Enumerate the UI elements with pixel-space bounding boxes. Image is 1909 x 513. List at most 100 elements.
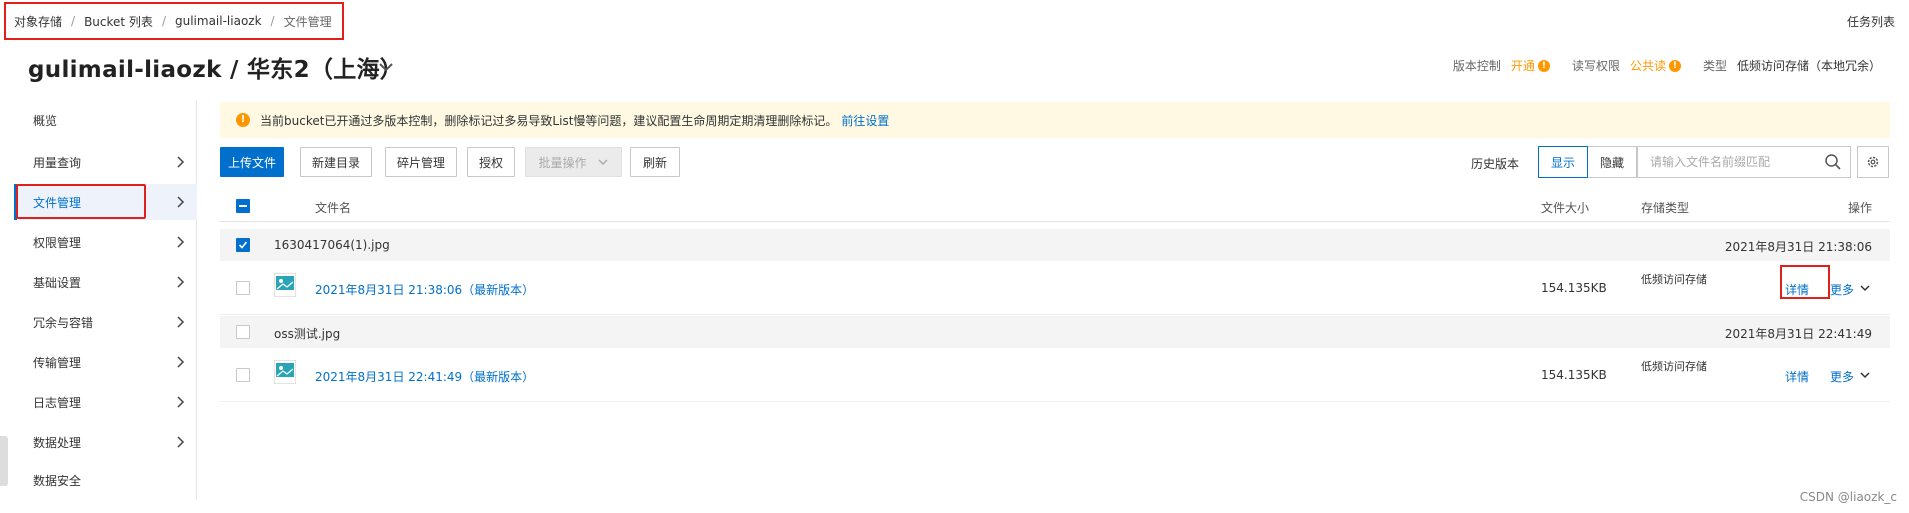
storage-type-label: 类型: [1702, 59, 1727, 73]
table-row: 1630417064(1).jpg 2021年8月31日 21:38:06: [220, 229, 1890, 261]
chevron-down-icon[interactable]: [373, 54, 399, 80]
chevron-right-icon: [177, 156, 185, 168]
sidebar-item-label: 权限管理: [33, 235, 82, 250]
version-row: 2021年8月31日 21:38:06（最新版本） 154.135KB 低频访问…: [220, 261, 1890, 315]
image-file-icon: [274, 273, 296, 297]
storage-type-value: 低频访问存储（本地冗余）: [1736, 59, 1881, 73]
chevron-right-icon: [177, 436, 185, 448]
sidebar-item-label: 概览: [33, 113, 58, 128]
detail-link[interactable]: 详情: [1785, 368, 1809, 385]
fragments-button[interactable]: 碎片管理: [385, 147, 457, 177]
rw-permission-value: 公共读!: [1630, 57, 1681, 74]
sidebar-item-label: 基础设置: [33, 275, 82, 290]
more-link[interactable]: 更多: [1830, 368, 1854, 385]
storage-type: 低频访问存储: [1641, 273, 1707, 286]
image-file-icon: [274, 360, 296, 384]
go-settings-link[interactable]: 前往设置: [841, 112, 889, 129]
breadcrumb: 对象存储 / Bucket 列表 / gulimail-liaozk / 文件管…: [4, 2, 344, 40]
chevron-right-icon: [177, 236, 185, 248]
sidebar-item-data-processing[interactable]: 数据处理: [14, 424, 197, 460]
refresh-button[interactable]: 刷新: [630, 147, 680, 177]
version-row: 2021年8月31日 22:41:49（最新版本） 154.135KB 低频访问…: [220, 348, 1890, 402]
version-control-label: 版本控制: [1452, 59, 1501, 73]
sidebar: 概览 用量查询 文件管理 权限管理 基础设置 冗余与容错 传输管理 日志管理 数…: [14, 100, 197, 500]
bucket-meta: 版本控制 开通! 读写权限 公共读! 类型 低频访问存储（本地冗余）: [1453, 57, 1881, 74]
warning-icon[interactable]: !: [1537, 59, 1550, 72]
sidebar-item-usage[interactable]: 用量查询: [14, 144, 197, 180]
chevron-right-icon: [177, 356, 185, 368]
chevron-right-icon: [177, 196, 185, 208]
file-size: 154.135KB: [1541, 368, 1607, 382]
header-filesize: 文件大小: [1541, 201, 1590, 215]
history-show-toggle[interactable]: 显示: [1538, 146, 1588, 178]
authorize-button[interactable]: 授权: [467, 147, 515, 177]
sidebar-item-label: 数据安全: [33, 473, 82, 488]
sidebar-item-data-security[interactable]: 数据安全: [14, 462, 197, 498]
gear-icon: [1867, 156, 1879, 168]
highlight-box: [1780, 265, 1830, 299]
task-list-link[interactable]: 任务列表: [1847, 13, 1895, 30]
rw-permission-label: 读写权限: [1571, 59, 1620, 73]
sidebar-item-logs[interactable]: 日志管理: [14, 384, 197, 420]
breadcrumb-separator: /: [71, 14, 76, 28]
sidebar-item-label: 日志管理: [33, 395, 82, 410]
chevron-right-icon: [177, 396, 185, 408]
breadcrumb-item-bucket-list[interactable]: Bucket 列表: [84, 13, 153, 30]
sidebar-item-transfer[interactable]: 传输管理: [14, 344, 197, 380]
warning-icon[interactable]: !: [1668, 59, 1681, 72]
search-input[interactable]: [1638, 147, 1808, 177]
breadcrumb-item-current: 文件管理: [283, 14, 332, 29]
batch-operation-button[interactable]: 批量操作: [525, 147, 622, 177]
sidebar-item-overview[interactable]: 概览: [14, 102, 197, 138]
more-link[interactable]: 更多: [1830, 281, 1854, 298]
highlight-box: [16, 184, 146, 219]
file-time: 2021年8月31日 22:41:49: [1724, 327, 1872, 341]
batch-operation-label: 批量操作: [538, 155, 587, 170]
sidebar-item-basic-settings[interactable]: 基础设置: [14, 264, 197, 300]
sidebar-item-label: 数据处理: [33, 435, 82, 450]
search-box: [1637, 146, 1851, 178]
info-icon: !: [236, 113, 250, 127]
breadcrumb-separator: /: [270, 14, 275, 28]
chevron-down-icon[interactable]: [1858, 281, 1872, 295]
version-link[interactable]: 2021年8月31日 21:38:06（最新版本）: [315, 281, 534, 298]
storage-type: 低频访问存储: [1641, 360, 1707, 373]
file-time: 2021年8月31日 21:38:06: [1724, 240, 1872, 254]
page-title: gulimail-liaozk / 华东2（上海）: [28, 57, 404, 83]
breadcrumb-item-bucket[interactable]: gulimail-liaozk: [175, 14, 262, 28]
file-size: 154.135KB: [1541, 281, 1607, 295]
chevron-down-icon[interactable]: [1858, 368, 1872, 382]
table-header: 文件名 文件大小 存储类型 操作: [220, 190, 1890, 222]
search-icon[interactable]: [1824, 153, 1842, 171]
file-name: oss测试.jpg: [274, 327, 341, 341]
header-storage-type: 存储类型: [1641, 201, 1690, 215]
sidebar-item-label: 冗余与容错: [33, 315, 94, 330]
breadcrumb-item-oss[interactable]: 对象存储: [14, 13, 62, 30]
select-all-checkbox[interactable]: [236, 199, 250, 213]
sidebar-item-permissions[interactable]: 权限管理: [14, 224, 197, 260]
row-checkbox[interactable]: [236, 325, 250, 339]
header-filename: 文件名: [315, 201, 352, 215]
chevron-right-icon: [177, 316, 185, 328]
header-actions: 操作: [1847, 201, 1872, 215]
row-checkbox[interactable]: [236, 368, 250, 382]
notice-text: 当前bucket已开通过多版本控制，删除标记过多易导致List慢等问题，建议配置…: [260, 113, 838, 128]
chevron-right-icon: [177, 276, 185, 288]
sidebar-item-label: 用量查询: [33, 155, 82, 170]
row-checkbox[interactable]: [236, 238, 250, 252]
watermark: CSDN @liaozk_c: [1799, 490, 1897, 504]
sidebar-item-redundancy[interactable]: 冗余与容错: [14, 304, 197, 340]
version-link[interactable]: 2021年8月31日 22:41:49（最新版本）: [315, 368, 534, 385]
notice-banner: ! 当前bucket已开通过多版本控制，删除标记过多易导致List慢等问题，建议…: [220, 102, 1890, 138]
version-control-value: 开通!: [1511, 57, 1550, 74]
table-row: oss测试.jpg 2021年8月31日 22:41:49: [220, 316, 1890, 348]
new-directory-button[interactable]: 新建目录: [300, 147, 372, 177]
settings-button[interactable]: [1857, 146, 1889, 178]
row-checkbox[interactable]: [236, 281, 250, 295]
history-hide-toggle[interactable]: 隐藏: [1587, 146, 1637, 178]
file-name: 1630417064(1).jpg: [274, 238, 390, 252]
history-version-label: 历史版本: [1470, 157, 1519, 171]
collapse-handle[interactable]: [0, 436, 8, 486]
breadcrumb-separator: /: [161, 14, 166, 28]
upload-button[interactable]: 上传文件: [220, 147, 284, 177]
